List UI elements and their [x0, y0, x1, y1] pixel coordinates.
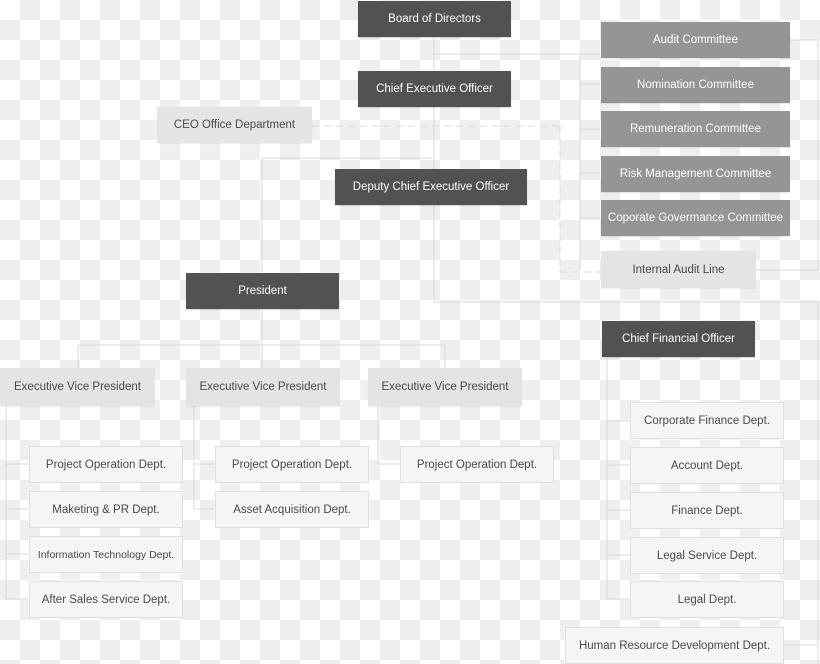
president-box: President — [186, 273, 339, 309]
committee-box: Audit Committee — [601, 22, 790, 58]
evp-box: Executive Vice President — [368, 368, 522, 406]
department-box: Project Operation Dept. — [29, 446, 183, 483]
department-box: Project Operation Dept. — [215, 446, 369, 483]
committee-box: Nomination Committee — [601, 67, 790, 103]
ceo-box: Chief Executive Officer — [358, 71, 511, 107]
committee-box: Risk Management Committee — [601, 156, 790, 192]
board-of-directors-box: Board of Directors — [358, 1, 511, 37]
committee-box: Remuneration Committee — [601, 111, 790, 147]
department-box: Legal Service Dept. — [630, 537, 784, 574]
department-box: Finance Dept. — [630, 492, 784, 529]
department-box: Information Technology Dept. — [29, 536, 183, 573]
hr-department-box: Human Resource Development Dept. — [565, 627, 784, 664]
deputy-ceo-box: Deputy Chief Executive Officer — [335, 169, 527, 205]
committee-box: Coporate Govermance Committee — [601, 200, 790, 236]
department-box: After Sales Service Dept. — [29, 581, 183, 618]
cfo-box: Chief Financial Officer — [602, 321, 755, 357]
ceo-office-box: CEO Office Department — [157, 107, 312, 143]
department-box: Account Dept. — [630, 447, 784, 484]
department-box: Asset Acquisition Dept. — [215, 491, 369, 528]
internal-audit-box: Internal Audit Line — [601, 251, 756, 288]
department-box: Legal Dept. — [630, 581, 784, 618]
department-box: Project Operation Dept. — [400, 446, 554, 483]
evp-box: Executive Vice President — [186, 368, 340, 406]
department-box: Maketing & PR Dept. — [29, 491, 183, 528]
department-box: Corporate Finance Dept. — [630, 402, 784, 439]
evp-box: Executive Vice President — [0, 368, 155, 406]
